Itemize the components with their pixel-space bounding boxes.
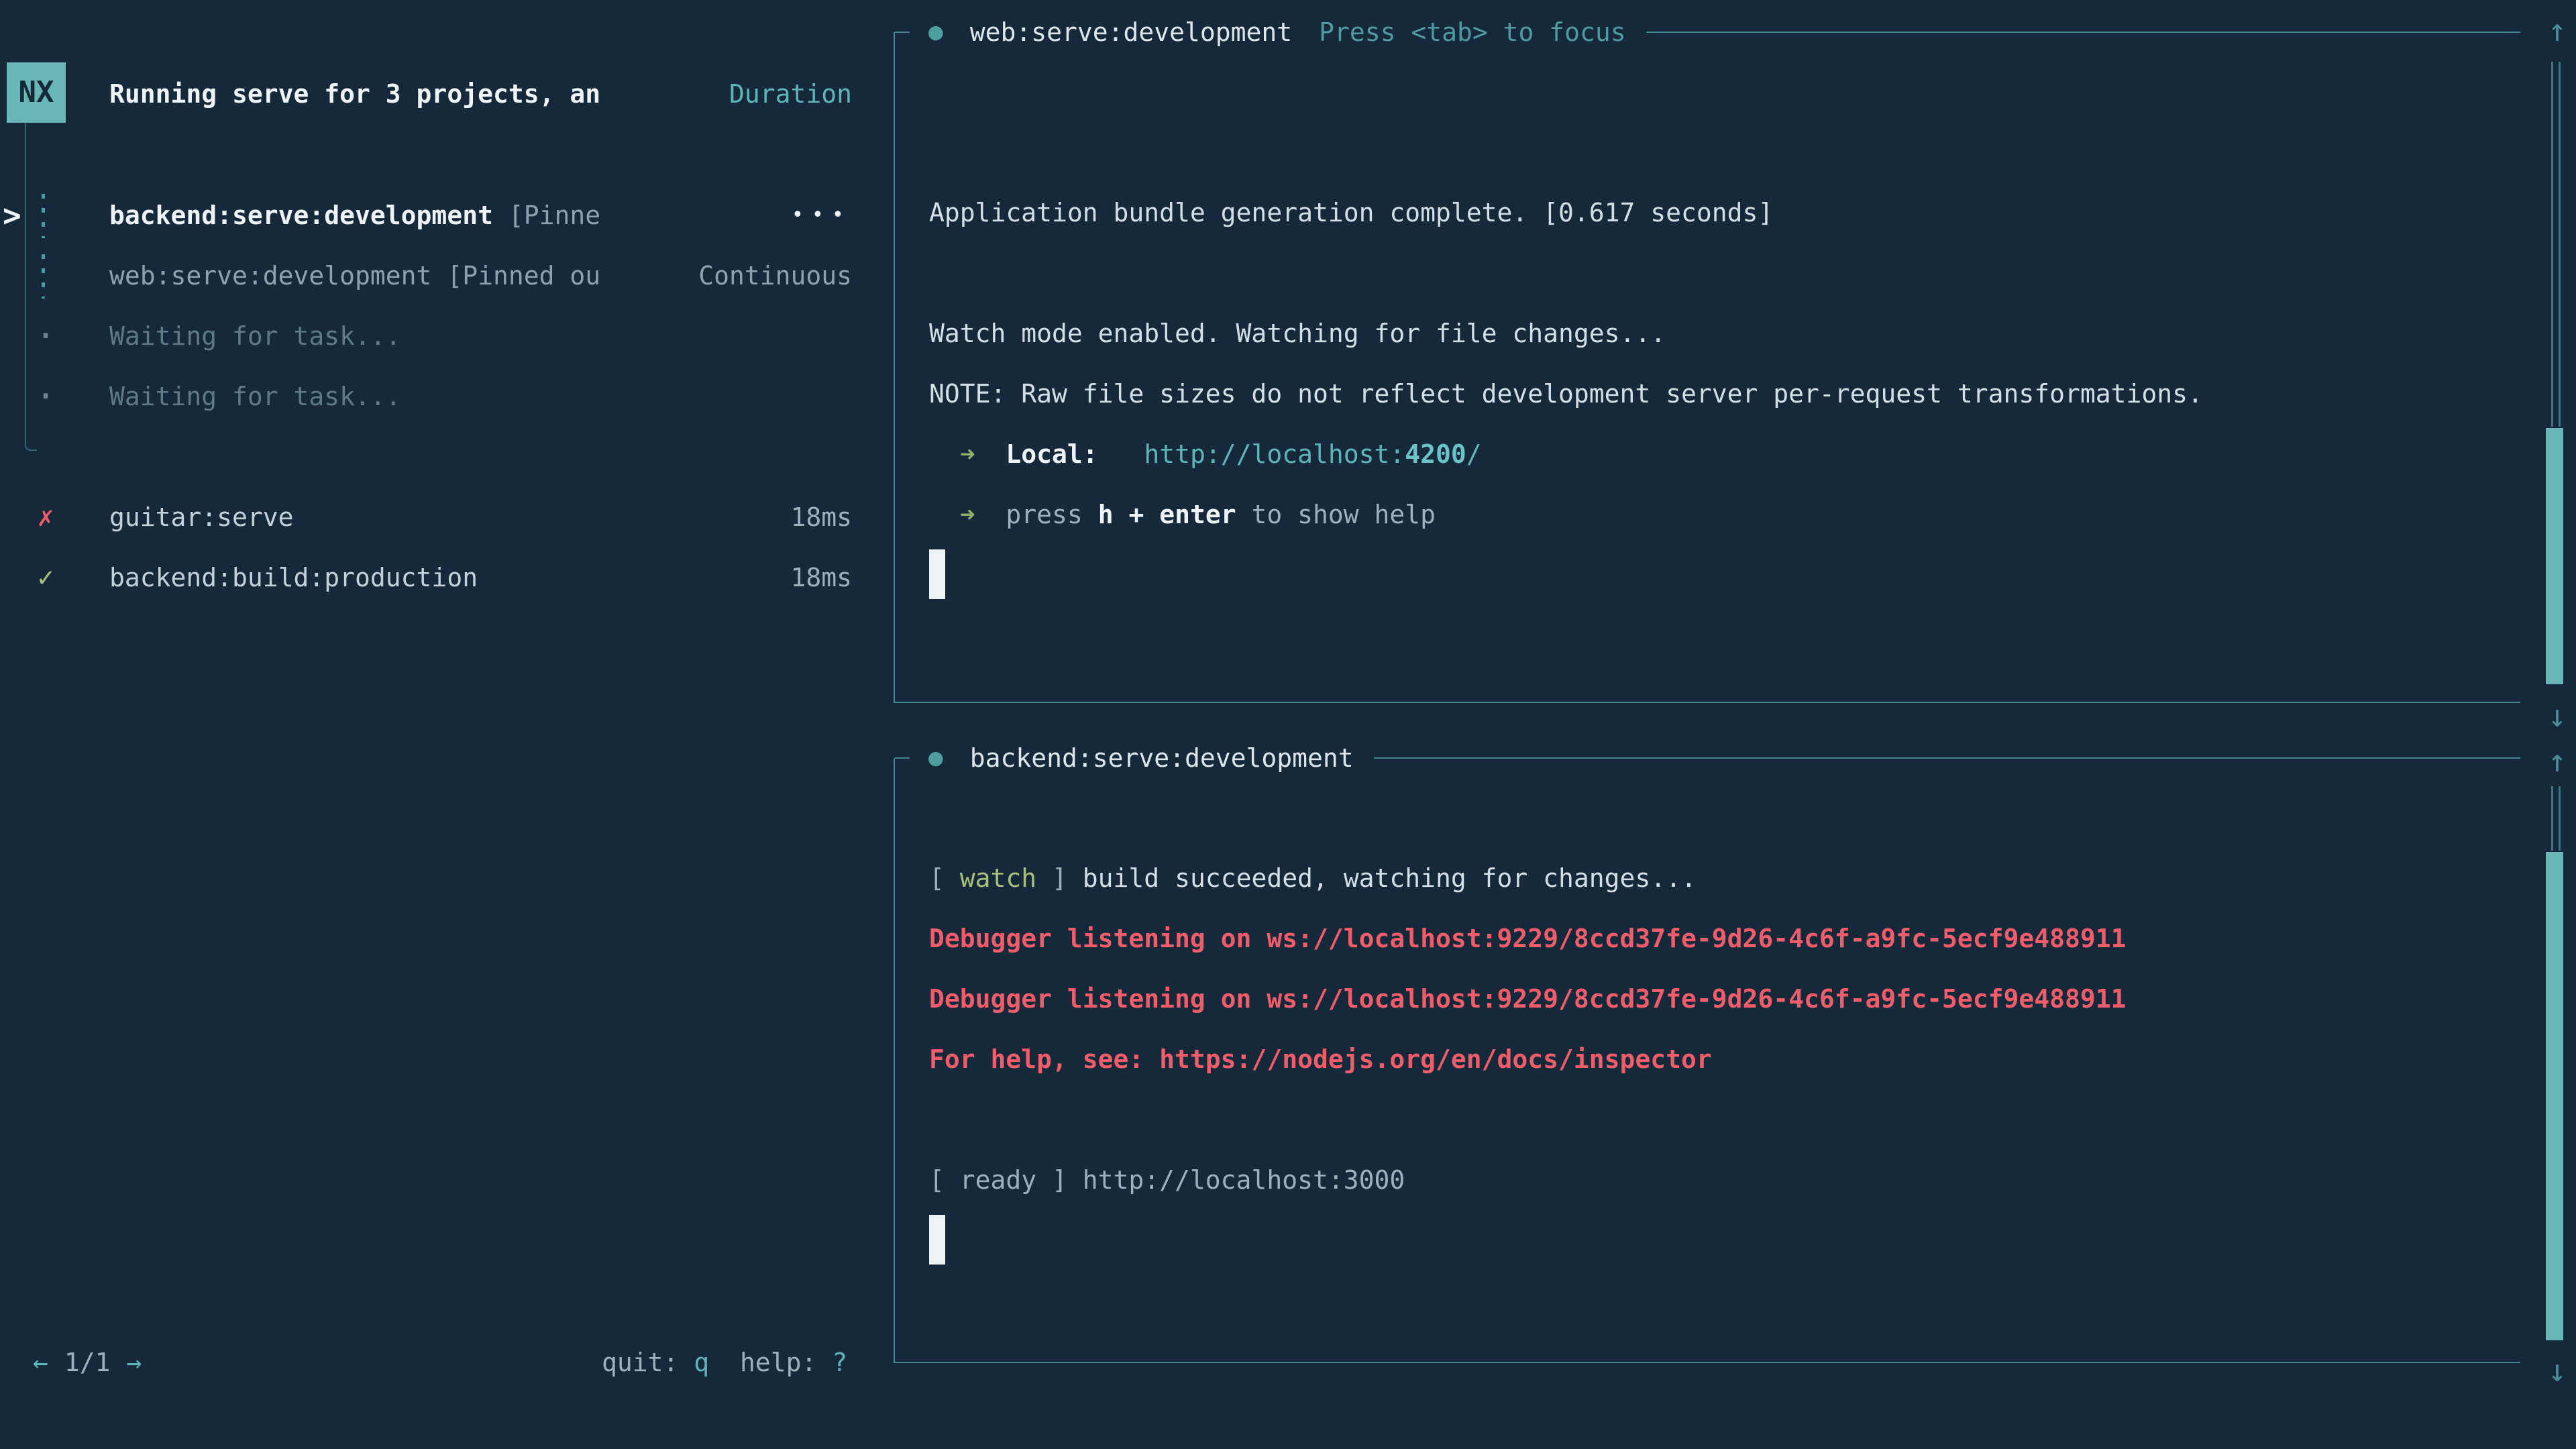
- task-list: >backend:serve:development [Pinne•••web:…: [0, 185, 892, 608]
- nx-logo: NX: [7, 62, 66, 123]
- terminal-line: Debugger listening on ws://localhost:922…: [929, 969, 2520, 1029]
- terminal-output: Application bundle generation complete. …: [895, 32, 2520, 605]
- task-row-web-serve-development[interactable]: web:serve:development [Pinned ou Continuo…: [0, 246, 892, 306]
- running-ellipsis-icon: •••: [792, 185, 852, 246]
- ready-url: [ ready ] http://localhost:3000: [929, 1165, 1405, 1195]
- terminal-line: NOTE: Raw file sizes do not reflect deve…: [929, 364, 2520, 424]
- pane-header[interactable]: ● web:serve:development Press <tab> to f…: [895, 2, 2520, 62]
- debugger-ws-link: Debugger listening on ws://localhost:922…: [929, 924, 2126, 953]
- running-status-dot-icon: ●: [928, 2, 943, 62]
- task-row-waiting-for-task-[interactable]: · Waiting for task...: [0, 306, 892, 366]
- task-label: guitar:serve: [109, 487, 294, 547]
- pane-title: web:serve:development: [970, 17, 1292, 47]
- scroll-up-icon[interactable]: ↑: [2541, 731, 2573, 791]
- spinner-icon: [42, 254, 45, 299]
- terminal-line: [929, 1210, 2520, 1271]
- scrollbar-thumb[interactable]: [2546, 428, 2563, 684]
- nodejs-docs-link: For help, see: https://nodejs.org/en/doc…: [929, 1044, 1712, 1074]
- arrow-icon: ➜: [960, 439, 975, 469]
- scrollbar-thumb[interactable]: [2546, 852, 2563, 1340]
- waiting-dot-icon: ·: [30, 306, 62, 366]
- task-duration: 18ms: [790, 487, 852, 547]
- page-indicator: 1/1: [64, 1332, 111, 1393]
- spinner-icon: [42, 194, 45, 238]
- terminal-output: [ watch ] build succeeded, watching for …: [895, 758, 2520, 1271]
- terminal-line: [ ready ] http://localhost:3000: [929, 1150, 2520, 1210]
- task-duration: 18ms: [790, 547, 852, 608]
- terminal-line: [929, 243, 2520, 303]
- scroll-down-icon[interactable]: ↓: [2541, 1340, 2573, 1401]
- terminal-cursor: [929, 549, 945, 599]
- running-status-dot-icon: ●: [928, 728, 943, 788]
- pane-header[interactable]: ● backend:serve:development: [895, 728, 2520, 788]
- terminal-line: Watch mode enabled. Watching for file ch…: [929, 303, 2520, 364]
- scrollbar-track[interactable]: [2551, 786, 2561, 851]
- success-check-icon: ✓: [30, 547, 62, 608]
- task-row-backend-build-production[interactable]: ✓ backend:build:production 18ms: [0, 547, 892, 608]
- terminal-line: [929, 122, 2520, 182]
- terminal-line: [929, 62, 2520, 122]
- localhost-port: 4200: [1405, 439, 1466, 469]
- pane-web-serve-development[interactable]: ● web:serve:development Press <tab> to f…: [894, 32, 2520, 703]
- terminal-cursor: [929, 1215, 945, 1265]
- border-dash: [895, 32, 910, 33]
- help-key: ?: [832, 1348, 847, 1377]
- keyboard-hints: quit: q help: ?: [602, 1332, 847, 1393]
- task-label: web:serve:development [Pinned ou: [109, 246, 600, 306]
- pagination: ← 1/1 →: [33, 1332, 142, 1393]
- selected-task-caret-icon: >: [3, 185, 30, 246]
- arrow-icon: ➜: [960, 500, 975, 529]
- border-dash: [895, 757, 910, 759]
- error-cross-icon: ✗: [30, 487, 62, 547]
- nx-tui-app: NX Running serve for 3 projects, an Dura…: [0, 0, 2576, 1449]
- pane-backend-serve-development[interactable]: ● backend:serve:development [ watch ] bu…: [894, 758, 2520, 1363]
- terminal-line: ➜ Local: http://localhost:4200/: [929, 424, 2520, 484]
- terminal-line: Debugger listening on ws://localhost:922…: [929, 908, 2520, 969]
- task-label: backend:build:production: [109, 547, 478, 608]
- task-duration: Continuous: [698, 246, 852, 306]
- task-label: Waiting for task...: [109, 306, 401, 366]
- border-line: [1374, 757, 2520, 759]
- terminal-line: ➜ press h + enter to show help: [929, 484, 2520, 545]
- localhost-link: http://localhost:: [1144, 439, 1405, 469]
- terminal-line: For help, see: https://nodejs.org/en/doc…: [929, 1029, 2520, 1089]
- terminal-line: Application bundle generation complete. …: [929, 182, 2520, 243]
- help-hint-label: help:: [740, 1348, 832, 1377]
- task-row-guitar-serve[interactable]: ✗ guitar:serve 18ms: [0, 487, 892, 547]
- scrollbar-track[interactable]: [2551, 62, 2561, 427]
- task-row-waiting-for-task-[interactable]: · Waiting for task...: [0, 366, 892, 427]
- quit-key: q: [694, 1348, 709, 1377]
- pane-title: backend:serve:development: [970, 743, 1354, 773]
- terminal-line: [929, 545, 2520, 605]
- debugger-ws-link: Debugger listening on ws://localhost:922…: [929, 984, 2126, 1014]
- waiting-dot-icon: ·: [30, 366, 62, 427]
- prev-page-arrow-icon[interactable]: ←: [33, 1332, 48, 1393]
- task-row-backend-serve-development[interactable]: > backend:serve:development [Pinne •••: [0, 185, 892, 246]
- terminal-line: [929, 1089, 2520, 1150]
- scroll-up-icon[interactable]: ↑: [2541, 0, 2573, 60]
- border-line: [1646, 32, 2520, 33]
- terminal-line: [ watch ] build succeeded, watching for …: [929, 848, 2520, 908]
- task-label: backend:serve:development [Pinne: [109, 185, 600, 246]
- focus-hint: Press <tab> to focus: [1319, 17, 1626, 47]
- task-label: Waiting for task...: [109, 366, 401, 427]
- next-page-arrow-icon[interactable]: →: [127, 1332, 142, 1393]
- quit-hint-label: quit:: [602, 1348, 694, 1377]
- duration-column-header: Duration: [729, 64, 852, 124]
- terminal-line: [929, 788, 2520, 848]
- task-list-title: Running serve for 3 projects, an: [109, 64, 600, 124]
